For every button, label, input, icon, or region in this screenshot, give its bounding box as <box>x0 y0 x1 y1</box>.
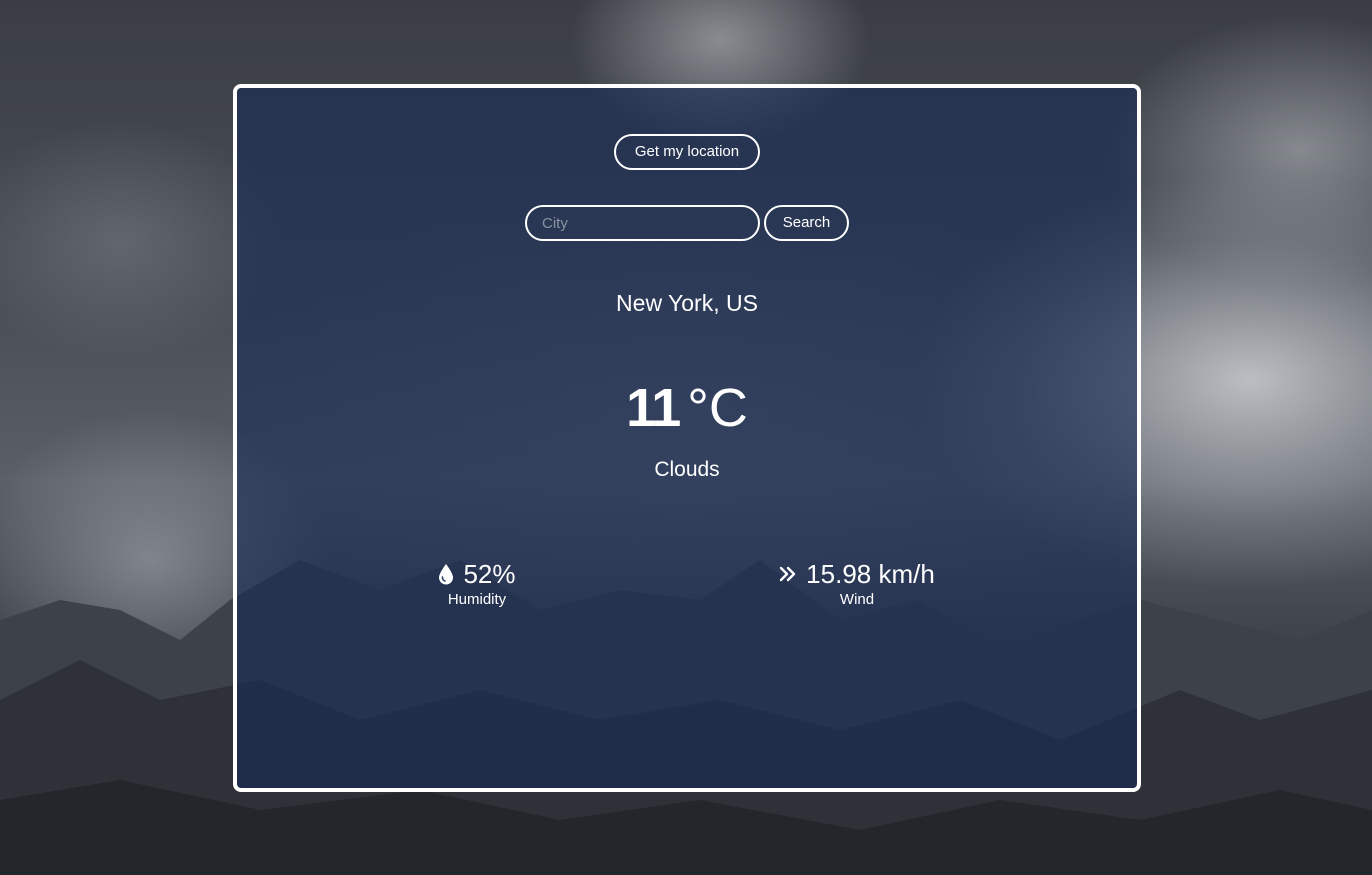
double-chevron-right-icon <box>779 566 796 582</box>
city-search-input[interactable] <box>525 205 760 241</box>
humidity-label: Humidity <box>447 591 507 608</box>
wind-label: Wind <box>839 591 875 608</box>
temperature-value: 11 <box>626 378 681 438</box>
humidity-stat: 52% Humidity <box>377 558 577 609</box>
weather-condition: Clouds <box>654 458 720 481</box>
humidity-value: 52% <box>463 559 516 589</box>
search-button[interactable]: Search <box>764 205 849 241</box>
wind-stat: 15.98 km/h Wind <box>737 558 977 609</box>
wind-value: 15.98 km/h <box>806 559 935 589</box>
location-label: New York, US <box>616 290 758 316</box>
get-location-button[interactable]: Get my location <box>614 134 760 170</box>
temperature-display: 11 °C <box>237 376 1137 440</box>
weather-card: Get my location Search New York, US 11°C… <box>233 84 1141 792</box>
droplet-icon <box>439 564 454 585</box>
temperature-unit: °C <box>687 378 748 438</box>
